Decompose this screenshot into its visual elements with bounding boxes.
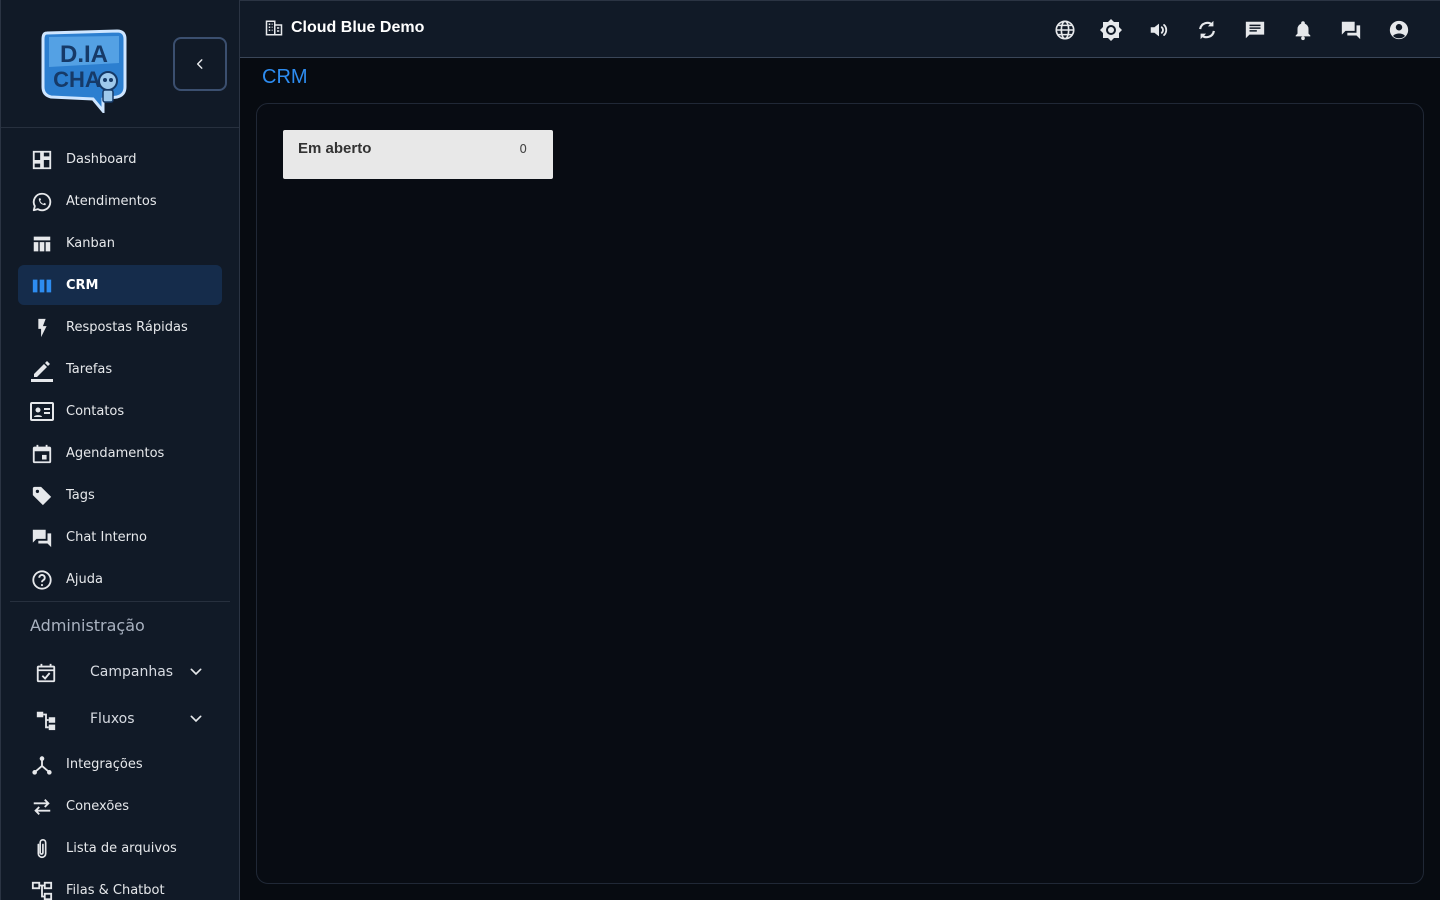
volume-icon[interactable] bbox=[1147, 18, 1171, 42]
sidebar: D.IA CHA Dashboard Atendimentos Kanban C… bbox=[0, 0, 240, 900]
sidebar-item-label: Chat Interno bbox=[66, 529, 147, 545]
sidebar-item-label: Atendimentos bbox=[66, 193, 157, 209]
sidebar-item-tarefas[interactable]: Tarefas bbox=[18, 349, 222, 389]
attach-icon bbox=[30, 837, 54, 861]
sidebar-item-label: Kanban bbox=[66, 235, 115, 251]
swap-icon bbox=[30, 795, 54, 819]
sidebar-group-fluxos[interactable]: Fluxos bbox=[1, 697, 239, 744]
account-icon[interactable] bbox=[1387, 18, 1411, 42]
building-icon bbox=[265, 20, 283, 36]
sidebar-item-label: Ajuda bbox=[66, 571, 103, 587]
sidebar-item-tags[interactable]: Tags bbox=[18, 475, 222, 515]
refresh-icon[interactable] bbox=[1195, 18, 1219, 42]
chevron-down-icon[interactable] bbox=[186, 662, 206, 682]
sidebar-group-label: Campanhas bbox=[90, 664, 174, 680]
sidebar-item-label: Agendamentos bbox=[66, 445, 165, 461]
dashboard-icon bbox=[30, 148, 54, 172]
sidebar-item-integracoes[interactable]: Integrações bbox=[18, 744, 222, 784]
sidebar-item-label: Tarefas bbox=[66, 361, 113, 377]
forum-icon bbox=[30, 526, 54, 550]
sidebar-item-label: Filas & Chatbot bbox=[66, 882, 165, 898]
notifications-icon[interactable] bbox=[1291, 18, 1315, 42]
sidebar-item-atendimentos[interactable]: Atendimentos bbox=[18, 181, 222, 221]
sidebar-item-lista-de-arquivos[interactable]: Lista de arquivos bbox=[18, 828, 222, 868]
help-icon bbox=[30, 568, 54, 592]
language-icon[interactable] bbox=[1053, 18, 1077, 42]
sidebar-item-kanban[interactable]: Kanban bbox=[18, 223, 222, 263]
sidebar-group-campanhas[interactable]: Campanhas bbox=[1, 650, 239, 697]
sidebar-item-contatos[interactable]: Contatos bbox=[18, 391, 222, 431]
brightness-icon[interactable] bbox=[1099, 18, 1123, 42]
chevron-left-icon bbox=[196, 59, 203, 69]
sidebar-group-label: Fluxos bbox=[90, 711, 135, 727]
event-check-icon bbox=[34, 661, 58, 685]
sidebar-item-dashboard[interactable]: Dashboard bbox=[18, 139, 222, 179]
sidebar-item-label: Tags bbox=[66, 487, 95, 503]
sidebar-item-label: CRM bbox=[66, 277, 99, 293]
column-title: Em aberto bbox=[298, 140, 372, 157]
sidebar-item-label: Integrações bbox=[66, 756, 143, 772]
flow-icon bbox=[34, 708, 58, 732]
sidebar-item-conexoes[interactable]: Conexões bbox=[18, 786, 222, 826]
svg-text:D.IA: D.IA bbox=[60, 41, 108, 68]
whatsapp-icon bbox=[30, 190, 54, 214]
page-title: CRM bbox=[262, 66, 308, 88]
columns-icon bbox=[30, 274, 54, 298]
sidebar-item-label: Respostas Rápidas bbox=[66, 319, 188, 335]
sidebar-item-label: Dashboard bbox=[66, 151, 137, 167]
kanban-icon bbox=[30, 232, 54, 256]
crm-column-header[interactable]: Em aberto 0 bbox=[283, 130, 553, 179]
admin-nav: Integrações Conexões Lista de arquivos F… bbox=[1, 744, 239, 900]
crm-board bbox=[256, 103, 1424, 884]
sidebar-item-label: Contatos bbox=[66, 403, 125, 419]
chevron-down-icon[interactable] bbox=[186, 709, 206, 729]
collapse-sidebar-button[interactable] bbox=[173, 37, 227, 91]
main-nav: Dashboard Atendimentos Kanban CRM Respos… bbox=[1, 128, 239, 599]
calendar-icon bbox=[30, 442, 54, 466]
sidebar-item-crm[interactable]: CRM bbox=[18, 265, 222, 305]
logo[interactable]: D.IA CHA bbox=[37, 27, 129, 113]
sidebar-item-ajuda[interactable]: Ajuda bbox=[18, 559, 222, 599]
column-count: 0 bbox=[519, 142, 527, 156]
hub-icon bbox=[30, 753, 54, 777]
edit-icon bbox=[30, 358, 54, 382]
sidebar-item-respostas-rapidas[interactable]: Respostas Rápidas bbox=[18, 307, 222, 347]
sidebar-item-filas-chatbot[interactable]: Filas & Chatbot bbox=[18, 870, 222, 900]
sidebar-item-agendamentos[interactable]: Agendamentos bbox=[18, 433, 222, 473]
top-bar: Cloud Blue Demo bbox=[240, 0, 1440, 58]
admin-section-title: Administração bbox=[30, 616, 145, 635]
sidebar-item-label: Conexões bbox=[66, 798, 130, 814]
svg-text:CHA: CHA bbox=[53, 67, 101, 92]
tree-icon bbox=[30, 879, 54, 900]
flash-icon bbox=[30, 316, 54, 340]
sidebar-item-chat-interno[interactable]: Chat Interno bbox=[18, 517, 222, 557]
contacts-icon bbox=[30, 400, 54, 424]
company-name: Cloud Blue Demo bbox=[291, 19, 425, 36]
sidebar-header: D.IA CHA bbox=[1, 0, 239, 128]
company-selector[interactable]: Cloud Blue Demo bbox=[265, 19, 424, 37]
chat-icon[interactable] bbox=[1243, 18, 1267, 42]
forum-icon[interactable] bbox=[1339, 18, 1363, 42]
sidebar-item-label: Lista de arquivos bbox=[66, 840, 177, 856]
tag-icon bbox=[30, 484, 54, 508]
